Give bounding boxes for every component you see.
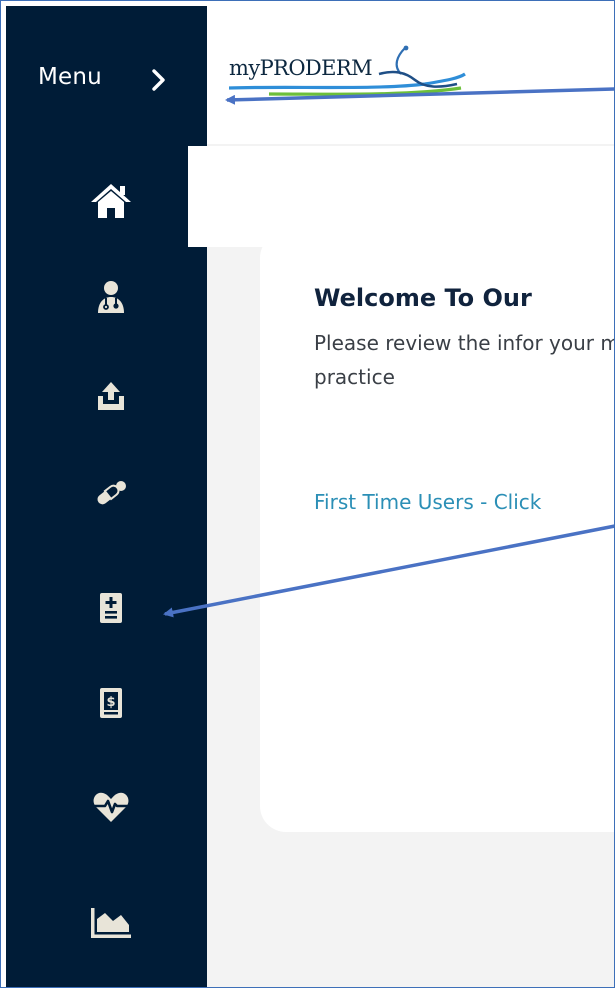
area-chart-icon xyxy=(91,908,131,938)
svg-text:$: $ xyxy=(106,695,115,710)
sidebar-item-upload[interactable] xyxy=(66,361,156,431)
logo-wave-icon xyxy=(229,45,466,96)
menu-label: Menu xyxy=(38,64,102,90)
home-icon xyxy=(91,184,131,218)
sidebar-item-providers[interactable] xyxy=(66,262,156,332)
welcome-title: Welcome To Our xyxy=(314,284,532,312)
app-window: Menu $ myPRODERM Welcome To Our Please r… xyxy=(0,0,615,988)
invoice-dollar-icon: $ xyxy=(100,688,122,718)
heartbeat-icon xyxy=(93,792,129,822)
sidebar: Menu $ xyxy=(6,6,207,987)
main-content: Welcome To Our Please review the infor y… xyxy=(207,144,614,987)
sidebar-item-home[interactable] xyxy=(66,166,156,236)
intro-text: Please review the infor your medical pra… xyxy=(314,331,614,389)
pills-icon xyxy=(97,481,126,505)
doctor-icon xyxy=(98,281,124,313)
welcome-card: Welcome To Our Please review the infor y… xyxy=(260,232,614,832)
sidebar-item-prescriptions[interactable] xyxy=(66,458,156,528)
upload-icon xyxy=(98,382,124,410)
chevron-right-icon xyxy=(152,69,165,91)
sidebar-item-medical-records[interactable] xyxy=(66,573,156,643)
first-time-users-link[interactable]: First Time Users - Click xyxy=(314,490,541,514)
sidebar-item-reports[interactable] xyxy=(66,888,156,958)
medical-file-icon xyxy=(100,593,122,623)
app-logo[interactable]: myPRODERM xyxy=(229,44,469,104)
sidebar-item-health[interactable] xyxy=(66,772,156,842)
top-header: myPRODERM xyxy=(207,6,614,145)
sidebar-item-billing[interactable]: $ xyxy=(66,668,156,738)
menu-toggle-button[interactable]: Menu xyxy=(6,6,207,146)
